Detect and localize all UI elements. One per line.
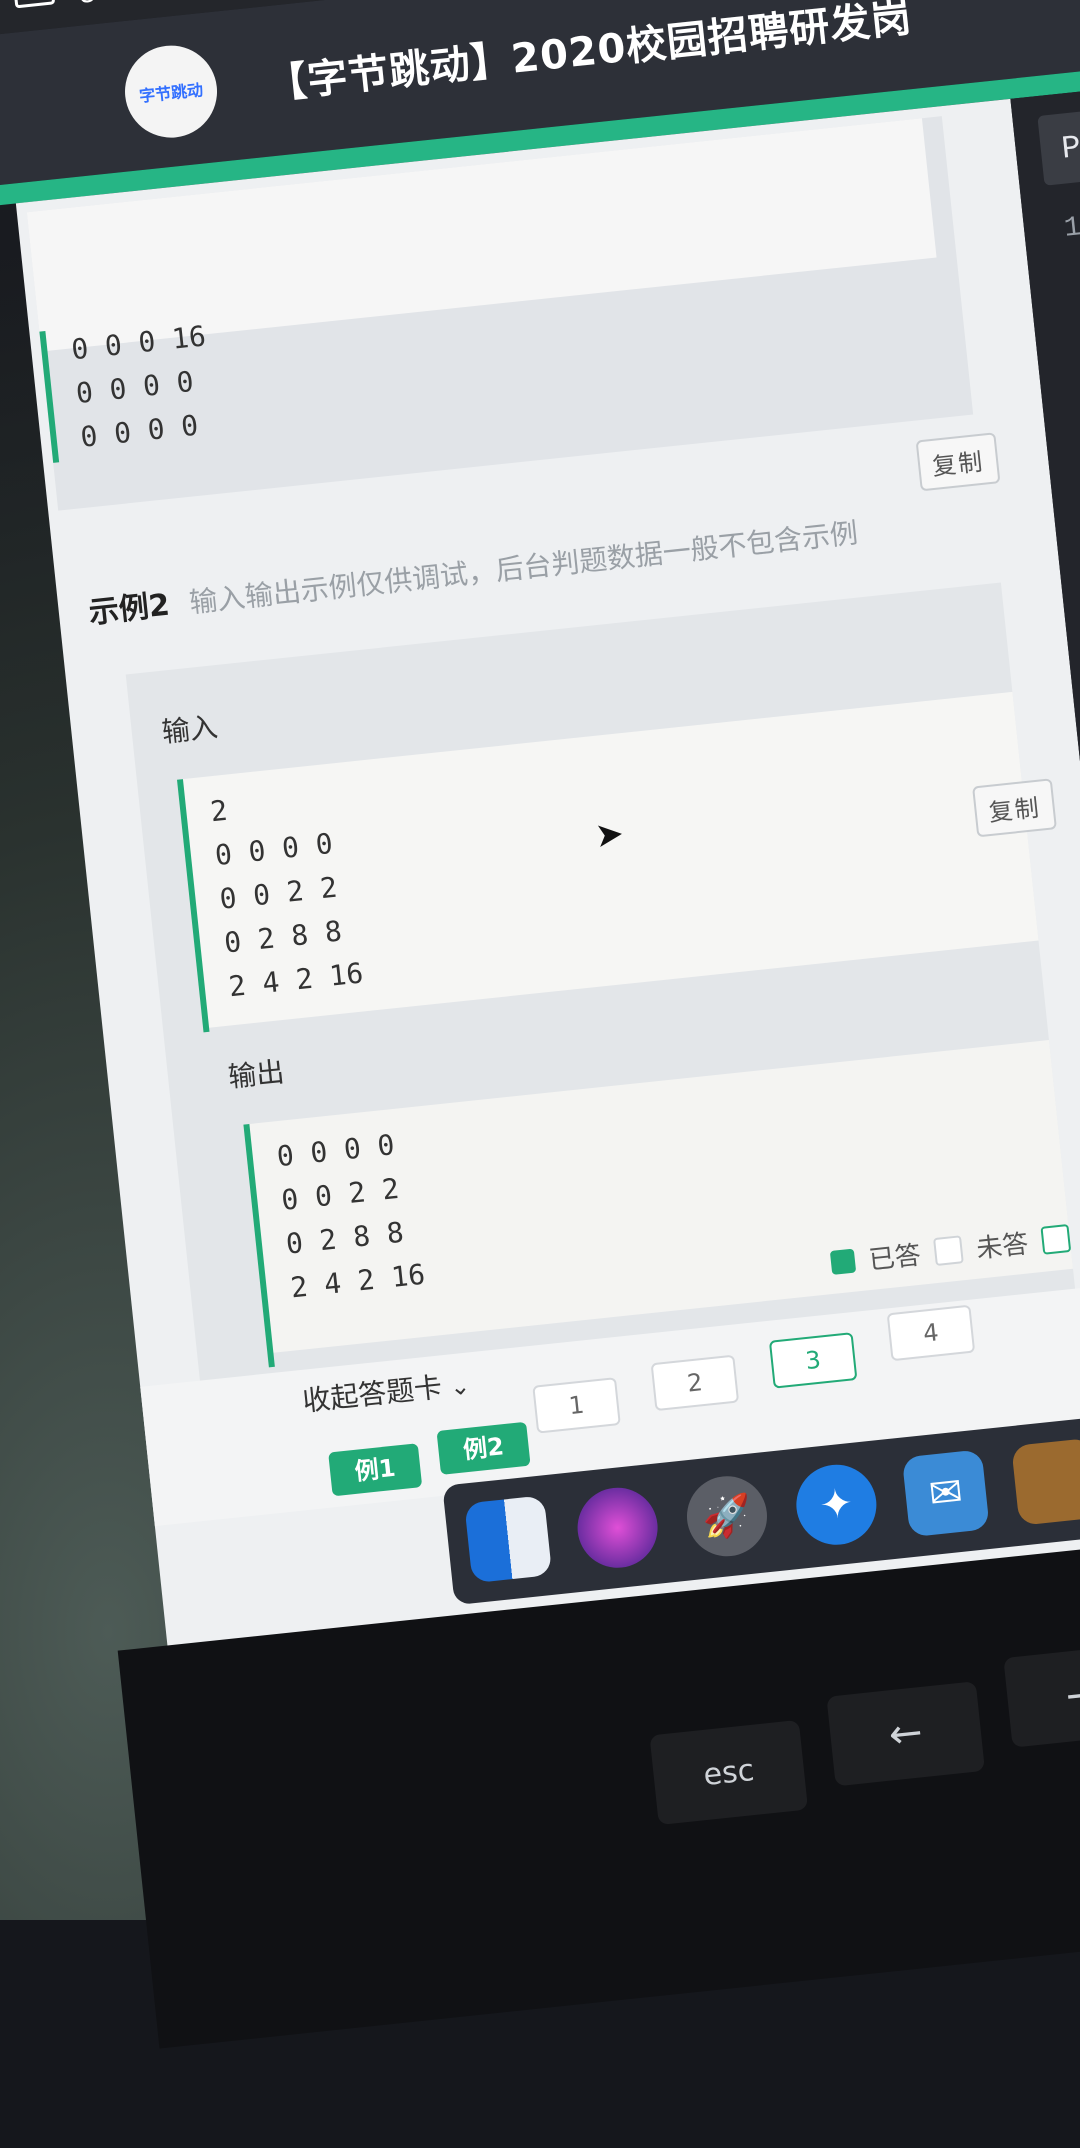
safari-icon[interactable]: ✦ bbox=[792, 1460, 881, 1549]
launchpad-icon[interactable]: 🚀 bbox=[683, 1472, 771, 1561]
copy-output-button[interactable]: 复制 bbox=[972, 778, 1057, 838]
example-button-2[interactable]: 例2 bbox=[436, 1421, 531, 1475]
unanswered-swatch bbox=[933, 1234, 964, 1266]
right-arrow-key[interactable]: → bbox=[1003, 1642, 1080, 1748]
output-label: 输出 bbox=[226, 1055, 286, 1094]
siri-icon[interactable] bbox=[573, 1483, 662, 1572]
page-title: 【字节跳动】2020校园招聘研发岗 bbox=[264, 0, 915, 109]
example2-input: 2 0 0 0 0 0 0 2 2 0 2 8 8 2 4 2 16 bbox=[176, 745, 532, 1033]
finder-icon[interactable] bbox=[464, 1495, 553, 1584]
mouse-cursor-icon: ➤ bbox=[593, 813, 626, 857]
question-button-2[interactable]: 2 bbox=[650, 1354, 740, 1412]
contacts-icon[interactable] bbox=[1011, 1437, 1080, 1526]
example-button-1[interactable]: 例1 bbox=[328, 1443, 423, 1497]
answered-swatch bbox=[829, 1248, 857, 1275]
bytedance-logo: 字节跳动 bbox=[120, 41, 222, 143]
left-arrow-key[interactable]: ← bbox=[826, 1681, 985, 1787]
chevron-down-icon: ⌄ bbox=[448, 1371, 472, 1402]
folder-icon[interactable] bbox=[12, 0, 56, 9]
language-tab[interactable]: Py bbox=[1037, 107, 1080, 186]
question-button-4[interactable]: 4 bbox=[886, 1304, 976, 1362]
question-button-3[interactable]: 3 bbox=[768, 1332, 858, 1389]
input-label: 输入 bbox=[160, 710, 220, 749]
legend-answered: 已答 bbox=[867, 1240, 923, 1276]
line-number: 1 bbox=[1062, 212, 1080, 245]
mail-icon[interactable]: ✉ bbox=[901, 1449, 990, 1538]
example2-label: 示例2 bbox=[87, 587, 172, 631]
esc-key[interactable]: esc bbox=[649, 1719, 809, 1826]
bookmark-google[interactable]: google bbox=[76, 0, 175, 4]
question-button-1[interactable]: 1 bbox=[532, 1377, 621, 1434]
example2-output: 0 0 0 0 0 0 2 2 0 2 8 8 2 4 2 16 bbox=[243, 1090, 598, 1368]
legend-unanswered: 未答 bbox=[974, 1229, 1030, 1265]
current-swatch bbox=[1040, 1223, 1072, 1255]
laptop-screen: google ✈ 网页 字节跳动 【字节跳动】2020校园招聘研发岗 Py 1 … bbox=[0, 0, 1080, 2148]
copy-input-button[interactable]: 复制 bbox=[915, 432, 1001, 492]
